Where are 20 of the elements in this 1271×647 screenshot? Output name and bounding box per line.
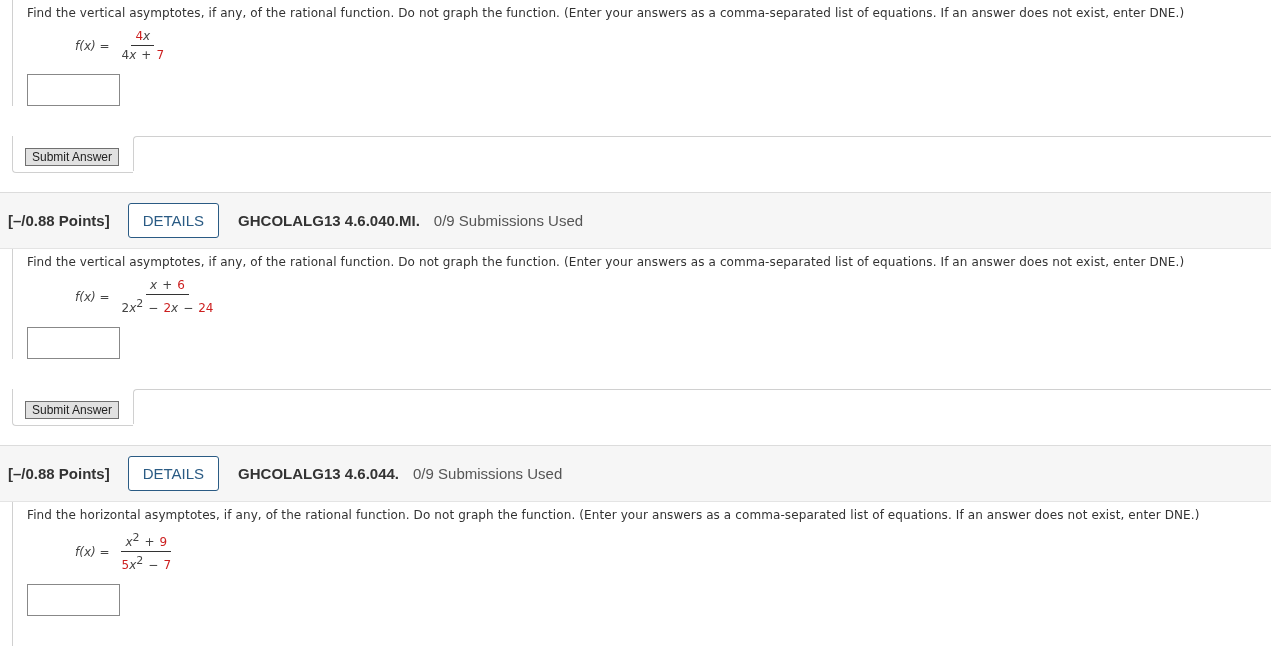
points-label: [–/0.88 Points]	[8, 212, 110, 229]
answer-field[interactable]	[27, 327, 120, 359]
submissions-count: 0/9 Submissions Used	[413, 465, 563, 482]
question-text: Find the vertical asymptotes, if any, of the rational function. Do not graph the function. (Enter your answers as a comma-separated list of equations. If an answer does not exist, enter DNE.)	[27, 6, 1186, 20]
fraction-formula: 4x 4x + 7	[120, 29, 165, 62]
function-label: f(x) =	[75, 289, 110, 304]
answer-field[interactable]	[27, 584, 120, 616]
problem-code: GHCOLALG13 4.6.044.	[238, 465, 399, 482]
submit-answer-button[interactable]: Submit Answer	[25, 401, 120, 419]
details-button[interactable]: DETAILS	[127, 203, 220, 238]
submit-answer-button[interactable]: Submit Answer	[25, 148, 120, 166]
problem-code: GHCOLALG13 4.6.040.MI.	[238, 212, 420, 229]
question-text: Find the vertical asymptotes, if any, of the rational function. Do not graph the function. (Enter your answers as a comma-separated list of equations. If an answer does not exist, enter DNE.)	[27, 255, 1186, 269]
details-button[interactable]: DETAILS	[127, 456, 220, 491]
answer-field[interactable]	[27, 74, 120, 106]
function-label: f(x) =	[75, 544, 110, 559]
function-label: f(x) =	[75, 38, 110, 53]
question-text: Find the horizontal asymptotes, if any, of the rational function. Do not graph the function. (Enter your answers as a comma-separated list of equations. If an answer does not exist, enter DNE.)	[27, 508, 1201, 522]
submissions-count: 0/9 Submissions Used	[433, 212, 584, 229]
points-label: [–/0.88 Points]	[8, 465, 110, 482]
